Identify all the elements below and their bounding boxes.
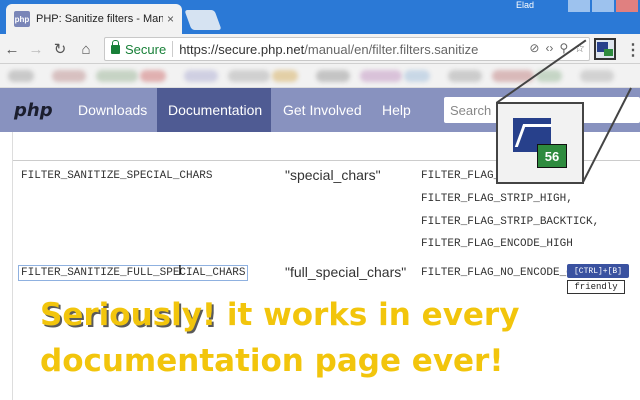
php-favicon-icon: php [14, 11, 30, 27]
extension-icon [597, 42, 613, 56]
url-host: secure.php.net [218, 41, 305, 57]
extension-icon-zoom: 56 [496, 102, 584, 184]
browser-toolbar: ← → ↻ ⌂ Secure https://secure.php.net/ma… [0, 34, 640, 64]
bookmark-item[interactable] [404, 70, 430, 82]
bookmark-item[interactable] [448, 70, 482, 82]
browser-tab[interactable]: php PHP: Sanitize filters - Manu × [6, 4, 182, 34]
bookmark-item[interactable] [8, 70, 34, 82]
promo-line2: documentation page ever! [40, 343, 504, 379]
url-text: https://secure.php.net/manual/en/filter.… [179, 42, 478, 57]
bookmark-item[interactable] [96, 70, 138, 82]
extension-button[interactable] [594, 38, 616, 60]
address-bar[interactable]: Secure https://secure.php.net/manual/en/… [104, 37, 590, 61]
filter-name: "special_chars" [285, 167, 381, 183]
nav-link-get-involved[interactable]: Get Involved [272, 88, 373, 132]
browser-tab-bar: php PHP: Sanitize filters - Manu × Elad [0, 0, 640, 34]
bookmark-item[interactable] [272, 70, 298, 82]
bookmark-item[interactable] [184, 70, 218, 82]
filter-flag: FILTER_FLAG_STRIP_HIGH, [421, 193, 573, 205]
bookmark-item[interactable] [316, 70, 350, 82]
promo-caption: Seriously! it works in every documentati… [40, 292, 620, 384]
url-path: /manual/en/filter.filters.sanitize [304, 41, 479, 57]
nav-link-downloads[interactable]: Downloads [67, 88, 158, 132]
filter-id-selected[interactable]: FILTER_SANITIZE_FULL_SPECIAL_CHARS [17, 265, 249, 281]
bookmark-item[interactable] [228, 70, 270, 82]
forward-arrow-icon[interactable]: → [26, 39, 46, 59]
close-tab-icon[interactable]: × [167, 12, 174, 26]
bookmark-item[interactable] [580, 70, 614, 82]
browser-menu-icon[interactable]: ⋮ [625, 40, 640, 60]
filter-flag: FILTER_FLAG_STRIP_BACKTICK, [421, 216, 600, 228]
promo-line1: it works in every [226, 297, 520, 333]
blocked-icon[interactable]: ⊘ [529, 41, 539, 55]
minimize-button[interactable] [568, 0, 590, 12]
promo-highlight: Seriously! [40, 297, 217, 333]
profile-name[interactable]: Elad [516, 0, 534, 10]
bookmark-item[interactable] [52, 70, 86, 82]
secure-label: Secure [125, 41, 167, 57]
php-logo[interactable]: php [14, 100, 53, 121]
shortcut-label: [CTRL]+[B] [567, 264, 629, 278]
code-icon[interactable]: ‹› [545, 41, 553, 55]
extension-number: 56 [537, 144, 567, 168]
filter-flag: FILTER_FLAG_ENCODE_HIGH [421, 238, 573, 250]
url-scheme: https:// [179, 41, 219, 57]
bookmark-item[interactable] [140, 70, 166, 82]
filter-name: "full_special_chars" [285, 264, 407, 280]
lock-icon [111, 39, 120, 54]
new-tab-button[interactable] [184, 10, 222, 30]
nav-link-help[interactable]: Help [371, 88, 422, 132]
home-icon[interactable]: ⌂ [76, 39, 96, 59]
omnibox-divider [172, 41, 174, 57]
extension-logo-icon: 56 [513, 118, 567, 168]
filter-id: FILTER_SANITIZE_SPECIAL_CHARS [21, 170, 213, 182]
text-cursor-icon: I [178, 264, 182, 279]
bookmark-item[interactable] [360, 70, 402, 82]
filter-flag: FILTER_FLAG_NO_ENCODE_QUOTES [421, 267, 569, 279]
nav-link-documentation[interactable]: Documentation [157, 88, 271, 132]
maximize-button[interactable] [592, 0, 614, 12]
close-window-button[interactable] [616, 0, 638, 12]
back-arrow-icon[interactable]: ← [2, 39, 22, 59]
tab-title: PHP: Sanitize filters - Manu [36, 13, 163, 25]
reload-icon[interactable]: ↻ [50, 39, 70, 59]
